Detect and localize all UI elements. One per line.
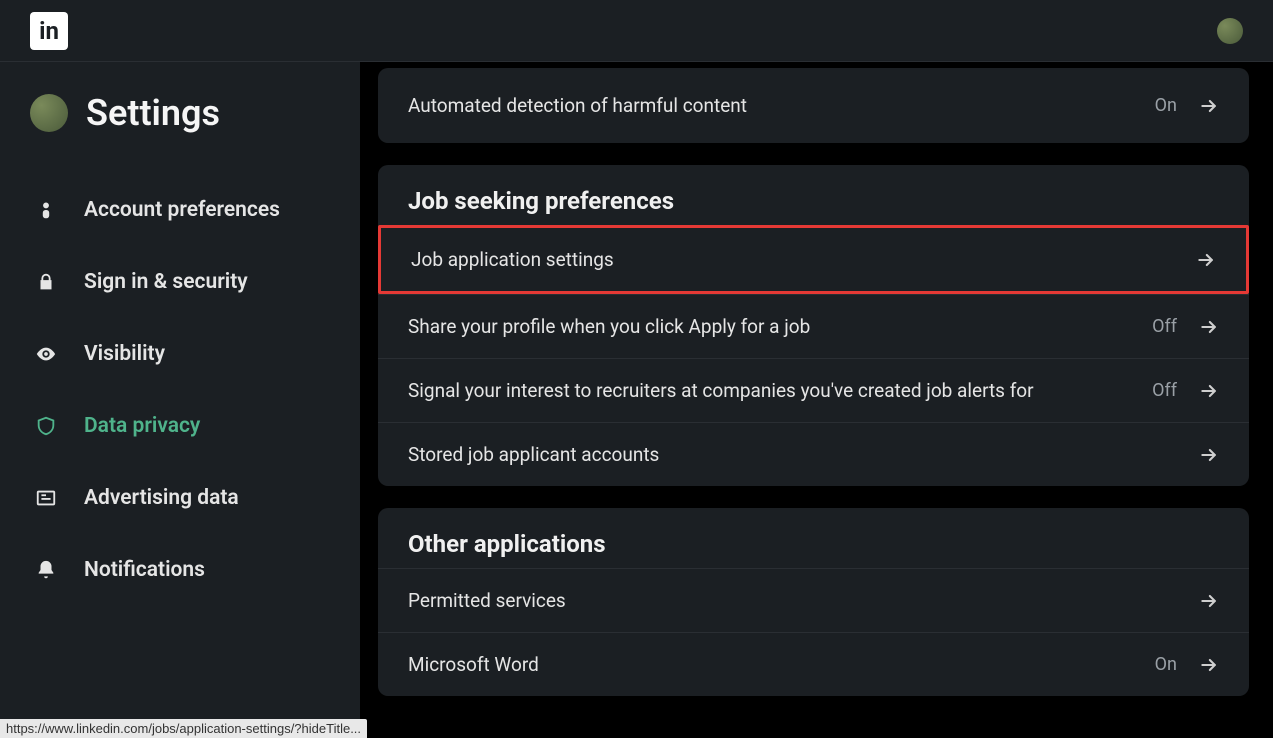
arrow-right-icon	[1199, 381, 1219, 401]
sidebar-item-label: Advertising data	[84, 486, 239, 510]
bell-icon	[34, 558, 58, 582]
row-microsoft-word[interactable]: Microsoft Word On	[378, 632, 1249, 696]
profile-avatar-side[interactable]	[30, 94, 68, 132]
main-content: Automated detection of harmful content O…	[360, 62, 1273, 738]
linkedin-logo[interactable]: in	[30, 12, 68, 50]
section-partial: Automated detection of harmful content O…	[378, 68, 1249, 143]
sidebar-item-advertising-data[interactable]: Advertising data	[28, 462, 342, 534]
row-stored-job-applicant-accounts[interactable]: Stored job applicant accounts	[378, 422, 1249, 486]
section-job-seeking-preferences: Job seeking preferences Job application …	[378, 165, 1249, 486]
logo-text: in	[39, 17, 59, 45]
row-label: Share your profile when you click Apply …	[408, 315, 810, 338]
row-label: Permitted services	[408, 589, 566, 612]
sidebar-item-sign-in-security[interactable]: Sign in & security	[28, 246, 342, 318]
sidebar-item-label: Visibility	[84, 342, 165, 366]
settings-sidebar: Settings Account preferences Sign in & s…	[0, 62, 360, 738]
row-status: On	[1155, 654, 1177, 675]
section-other-applications: Other applications Permitted services Mi…	[378, 508, 1249, 696]
section-title: Job seeking preferences	[378, 165, 1249, 225]
section-title: Other applications	[378, 508, 1249, 568]
newspaper-icon	[34, 486, 58, 510]
row-status: Off	[1152, 316, 1177, 337]
row-signal-interest-recruiters[interactable]: Signal your interest to recruiters at co…	[378, 358, 1249, 422]
row-label: Job application settings	[411, 248, 614, 271]
lock-icon	[34, 270, 58, 294]
arrow-right-icon	[1199, 655, 1219, 675]
sidebar-item-label: Account preferences	[84, 198, 280, 222]
shield-icon	[34, 414, 58, 438]
row-label: Microsoft Word	[408, 653, 539, 676]
sidebar-item-account-preferences[interactable]: Account preferences	[28, 174, 342, 246]
row-label: Stored job applicant accounts	[408, 443, 659, 466]
row-status: Off	[1152, 380, 1177, 401]
arrow-right-icon	[1196, 250, 1216, 270]
sidebar-item-label: Sign in & security	[84, 270, 248, 294]
profile-avatar-top[interactable]	[1217, 18, 1243, 44]
row-label: Signal your interest to recruiters at co…	[408, 379, 1034, 402]
row-share-profile-apply[interactable]: Share your profile when you click Apply …	[378, 294, 1249, 358]
row-label: Automated detection of harmful content	[408, 94, 747, 117]
sidebar-item-notifications[interactable]: Notifications	[28, 534, 342, 606]
page-title: Settings	[86, 92, 220, 134]
sidebar-item-data-privacy[interactable]: Data privacy	[28, 390, 342, 462]
sidebar-item-label: Data privacy	[84, 414, 200, 438]
sidebar-header: Settings	[28, 92, 342, 134]
sidebar-item-visibility[interactable]: Visibility	[28, 318, 342, 390]
row-job-application-settings[interactable]: Job application settings	[378, 225, 1249, 294]
arrow-right-icon	[1199, 591, 1219, 611]
arrow-right-icon	[1199, 96, 1219, 116]
top-bar: in	[0, 0, 1273, 62]
person-icon	[34, 198, 58, 222]
row-permitted-services[interactable]: Permitted services	[378, 568, 1249, 632]
row-automated-detection[interactable]: Automated detection of harmful content O…	[378, 68, 1249, 143]
arrow-right-icon	[1199, 445, 1219, 465]
sidebar-item-label: Notifications	[84, 558, 205, 582]
browser-status-url: https://www.linkedin.com/jobs/applicatio…	[0, 719, 367, 738]
arrow-right-icon	[1199, 317, 1219, 337]
eye-icon	[34, 342, 58, 366]
row-status: On	[1155, 95, 1177, 116]
